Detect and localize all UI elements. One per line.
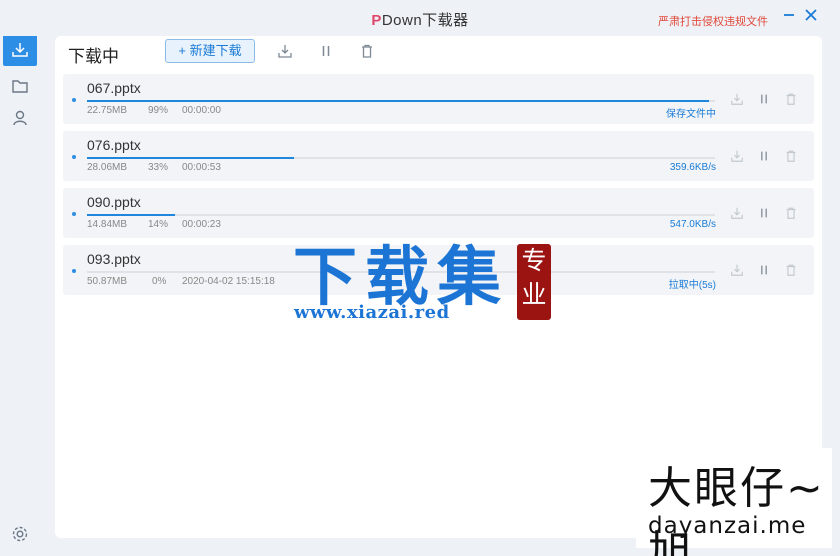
file-name: 076.pptx [87,137,141,153]
resume-button[interactable] [729,148,745,164]
remaining-time: 00:00:00 [182,105,221,116]
trash-icon [362,44,372,58]
download-icon [731,264,743,276]
trash-icon [786,264,796,276]
watermark-seal: 专业 [517,244,551,320]
resume-button[interactable] [729,91,745,107]
new-download-button[interactable]: + 新建下载 [165,39,255,63]
pause-all-button[interactable] [317,42,335,60]
notice-link[interactable]: 严肃打击侵权违规文件 [658,13,768,29]
status-dot [72,269,76,273]
download-row[interactable]: 076.pptx 28.06MB 33% 00:00:53 359.6KB/s [63,131,814,181]
folder-icon [12,80,28,93]
settings-button[interactable] [3,518,37,550]
status-dot [72,155,76,159]
sidebar-item-user[interactable] [3,102,37,134]
pause-icon [761,94,767,104]
download-icon [278,45,292,58]
sidebar-item-downloads[interactable] [3,34,37,66]
resume-button[interactable] [729,205,745,221]
download-status: 547.0KB/s [669,219,716,230]
file-size: 14.84MB [87,219,128,230]
download-status: 359.6KB/s [669,162,716,173]
sidebar-item-folder[interactable] [3,70,37,102]
pause-icon [322,46,330,56]
download-row[interactable]: 067.pptx 22.75MB 99% 00:00:00 保存文件中 [63,74,814,124]
pause-icon [761,265,767,275]
delete-button[interactable] [783,262,799,278]
delete-button[interactable] [783,148,799,164]
download-icon [731,93,743,105]
download-icon [731,207,743,219]
title-bar: PDown下载器 严肃打击侵权违规文件 [0,0,840,36]
progress-bar [87,157,715,159]
close-button[interactable] [802,8,820,26]
minimize-icon [784,14,794,16]
created-time: 2020-04-02 15:15:18 [182,276,275,287]
gear-icon [12,526,28,542]
progress-fill [87,214,175,216]
user-icon [13,110,27,126]
pause-icon [761,151,767,161]
progress-fill [87,157,295,159]
start-all-button[interactable] [276,42,294,60]
percent: 14% [148,219,169,230]
minimize-button[interactable] [780,8,798,26]
delete-all-button[interactable] [358,42,376,60]
trash-icon [786,207,796,219]
page-title: 下载中 [68,47,119,66]
pause-icon [761,208,767,218]
sidebar [0,0,40,556]
percent: 0% [152,276,167,287]
percent: 99% [148,105,169,116]
remaining-time: 00:00:53 [182,162,221,173]
progress-fill [87,100,709,102]
progress-bar [87,100,715,102]
percent: 33% [148,162,169,173]
brand-watermark-text: 大眼仔~旭 [648,463,825,556]
file-size: 50.87MB [87,276,128,287]
seal-char-1: 专 [521,246,547,275]
file-name: 090.pptx [87,194,141,210]
progress-bar [87,214,715,216]
download-icon [12,43,28,57]
trash-icon [786,93,796,105]
status-dot [72,212,76,216]
pause-button[interactable] [756,91,772,107]
file-name: 093.pptx [87,251,141,267]
file-size: 22.75MB [87,105,128,116]
app-title-rest: Down下载器 [381,12,469,29]
download-icon [731,150,743,162]
trash-icon [786,150,796,162]
pause-button[interactable] [756,205,772,221]
watermark-url: www.xiazai.red [294,302,450,323]
brand-watermark-url: dayanzai.me [648,513,807,539]
close-icon [805,9,817,21]
app-title-p: P [371,12,382,29]
delete-button[interactable] [783,91,799,107]
file-name: 067.pptx [87,80,141,96]
seal-char-2: 业 [521,280,547,309]
pause-button[interactable] [756,148,772,164]
remaining-time: 00:00:23 [182,219,221,230]
download-status: 拉取中(5s) [668,280,716,291]
delete-button[interactable] [783,205,799,221]
status-dot [72,98,76,102]
pause-button[interactable] [756,262,772,278]
download-status: 保存文件中 [666,109,716,120]
resume-button[interactable] [729,262,745,278]
file-size: 28.06MB [87,162,128,173]
